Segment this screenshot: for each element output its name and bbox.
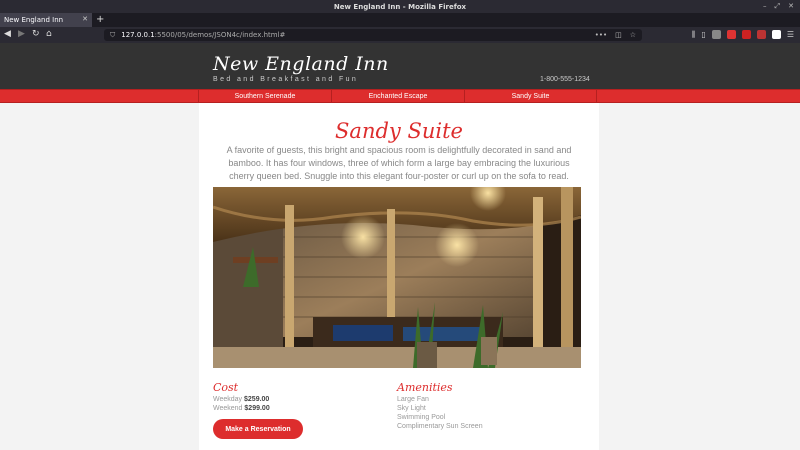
amenity-item: Complimentary Sun Screen (397, 423, 483, 430)
amenities-heading: Amenities (397, 381, 453, 394)
weekend-row: Weekend $299.00 (213, 404, 270, 413)
web-page: New England Inn Bed and Breakfast and Fu… (0, 43, 800, 450)
tab-title: New England Inn (4, 16, 64, 24)
window-controls: – ⤢ ✕ (763, 2, 794, 11)
minimize-icon[interactable]: – (763, 2, 767, 11)
weekday-row: Weekday $259.00 (213, 395, 270, 404)
toolbar-icons: ⫼ ▯ ☰ (692, 30, 794, 40)
tab-active[interactable]: New England Inn ✕ (0, 13, 92, 27)
extension-red-icon[interactable] (726, 30, 736, 39)
url-path: :5500/05/demos/JSON4c/index.html# (154, 31, 286, 39)
bookmark-star-icon[interactable]: ☆ (630, 31, 636, 39)
menu-item-sandy-suite[interactable]: Sandy Suite (464, 90, 597, 103)
amenity-item: Swimming Pool (397, 414, 446, 421)
site-header: New England Inn Bed and Breakfast and Fu… (0, 43, 800, 89)
room-photo (213, 187, 581, 368)
sidebar-icon[interactable]: ▯ (701, 30, 705, 40)
cost-section: Cost Weekday $259.00 Weekend $299.00 (213, 381, 270, 413)
extension-flag-icon[interactable] (771, 30, 781, 39)
forward-icon[interactable]: ▶ (18, 29, 25, 39)
url-host: 127.0.0.1 (121, 31, 155, 39)
close-icon[interactable]: ✕ (788, 2, 794, 11)
menu-item-enchanted-escape[interactable]: Enchanted Escape (331, 90, 464, 103)
amenity-item: Sky Light (397, 405, 426, 412)
url-actions: ••• ◫ ☆ (595, 29, 636, 41)
site-info-icon[interactable]: ⛉ (110, 31, 115, 40)
weekend-price: $299.00 (244, 405, 270, 412)
pocket-icon[interactable]: ◫ (615, 31, 622, 39)
page-actions-icon[interactable]: ••• (595, 31, 607, 39)
site-tagline: Bed and Breakfast and Fun (213, 76, 359, 83)
phone-number: 1-800-555-1234 (540, 76, 590, 83)
new-tab-icon[interactable]: + (96, 14, 104, 25)
site-logo[interactable]: New England Inn (213, 53, 389, 75)
room-description: A favorite of guests, this bright and sp… (226, 145, 572, 181)
extension-block-icon[interactable] (756, 30, 766, 39)
amenities-section: Amenities Large Fan Sky Light Swimming P… (397, 381, 483, 431)
maximize-icon[interactable]: ⤢ (775, 2, 781, 11)
extension-icon[interactable] (711, 30, 721, 39)
url-bar[interactable]: ⛉ 127.0.0.1 :5500/05/demos/JSON4c/index.… (104, 29, 642, 41)
window-title: New England Inn - Mozilla Firefox (333, 2, 467, 11)
menu-icon[interactable]: ☰ (787, 30, 794, 40)
room-menu: Southern Serenade Enchanted Escape Sandy… (0, 89, 800, 103)
weekday-label: Weekday (213, 396, 243, 403)
room-title: Sandy Suite (335, 119, 463, 143)
tab-strip: New England Inn ✕ + (0, 13, 800, 27)
menu-item-southern-serenade[interactable]: Southern Serenade (198, 90, 331, 103)
amenity-item: Large Fan (397, 396, 429, 403)
weekday-price: $259.00 (244, 396, 270, 403)
cost-heading: Cost (213, 381, 239, 394)
reload-icon[interactable]: ↻ (32, 29, 40, 39)
library-icon[interactable]: ⫼ (692, 30, 696, 40)
back-icon[interactable]: ◀ (4, 29, 11, 39)
tab-close-icon[interactable]: ✕ (82, 15, 88, 23)
navigation-toolbar: ◀ ▶ ↻ ⌂ ⛉ 127.0.0.1 :5500/05/demos/JSON4… (0, 27, 800, 43)
room-photo-image (213, 187, 581, 368)
home-icon[interactable]: ⌂ (46, 29, 52, 39)
weekend-label: Weekend (213, 405, 243, 412)
room-content: Sandy Suite A favorite of guests, this b… (199, 103, 599, 450)
window-titlebar: New England Inn - Mozilla Firefox – ⤢ ✕ (0, 0, 800, 13)
make-reservation-button[interactable]: Make a Reservation (213, 419, 303, 439)
extension-s-icon[interactable] (741, 30, 751, 39)
